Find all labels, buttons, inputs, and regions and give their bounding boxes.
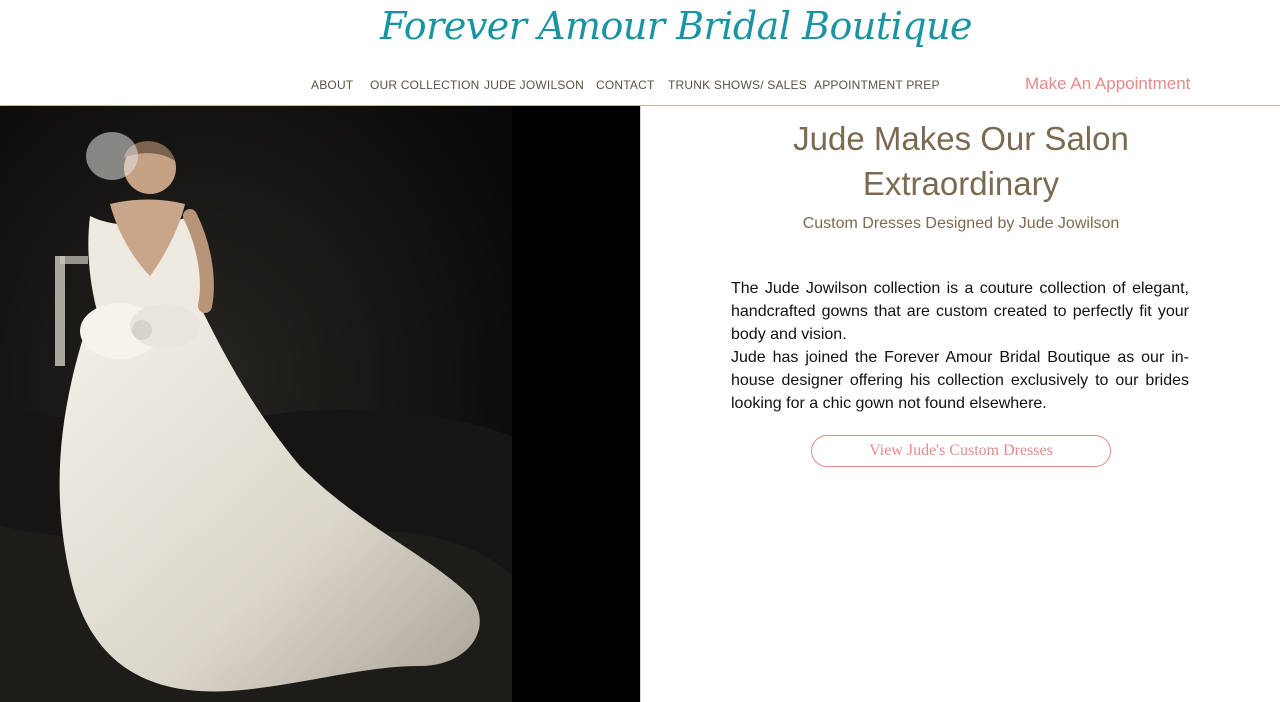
- site-header: Forever Amour Bridal Boutique ABOUT OUR …: [0, 0, 1280, 106]
- make-appointment-link[interactable]: Make An Appointment: [1025, 74, 1190, 94]
- designer-section: Jude Makes Our Salon Extraordinary Custo…: [640, 106, 1280, 702]
- bride-photo-illustration: [0, 106, 512, 702]
- section-description: The Jude Jowilson collection is a coutur…: [731, 277, 1189, 415]
- section-title-line-2: Extraordinary: [862, 165, 1060, 202]
- nav-item-contact[interactable]: CONTACT: [596, 78, 655, 92]
- nav-item-trunk-shows-sales[interactable]: TRUNK SHOWS/ SALES: [668, 78, 807, 92]
- nav-item-appointment-prep[interactable]: APPOINTMENT PREP: [814, 78, 940, 92]
- nav-item-our-collection[interactable]: OUR COLLECTION: [370, 78, 479, 92]
- site-logo[interactable]: Forever Amour Bridal Boutique: [380, 4, 973, 48]
- section-title: Jude Makes Our Salon Extraordinary: [641, 116, 1280, 206]
- bride-photo: [0, 106, 512, 702]
- section-title-line-1: Jude Makes Our Salon: [793, 120, 1129, 157]
- nav-item-jude-jowilson[interactable]: JUDE JOWILSON: [484, 78, 584, 92]
- view-custom-dresses-button[interactable]: View Jude's Custom Dresses: [811, 435, 1111, 467]
- section-subtitle: Custom Dresses Designed by Jude Jowilson: [802, 215, 1120, 232]
- description-paragraph-2: Jude has joined the Forever Amour Bridal…: [731, 349, 1189, 412]
- nav-item-about[interactable]: ABOUT: [311, 78, 353, 92]
- hero-photo-panel: [0, 106, 640, 702]
- description-paragraph-1: The Jude Jowilson collection is a coutur…: [731, 280, 1189, 343]
